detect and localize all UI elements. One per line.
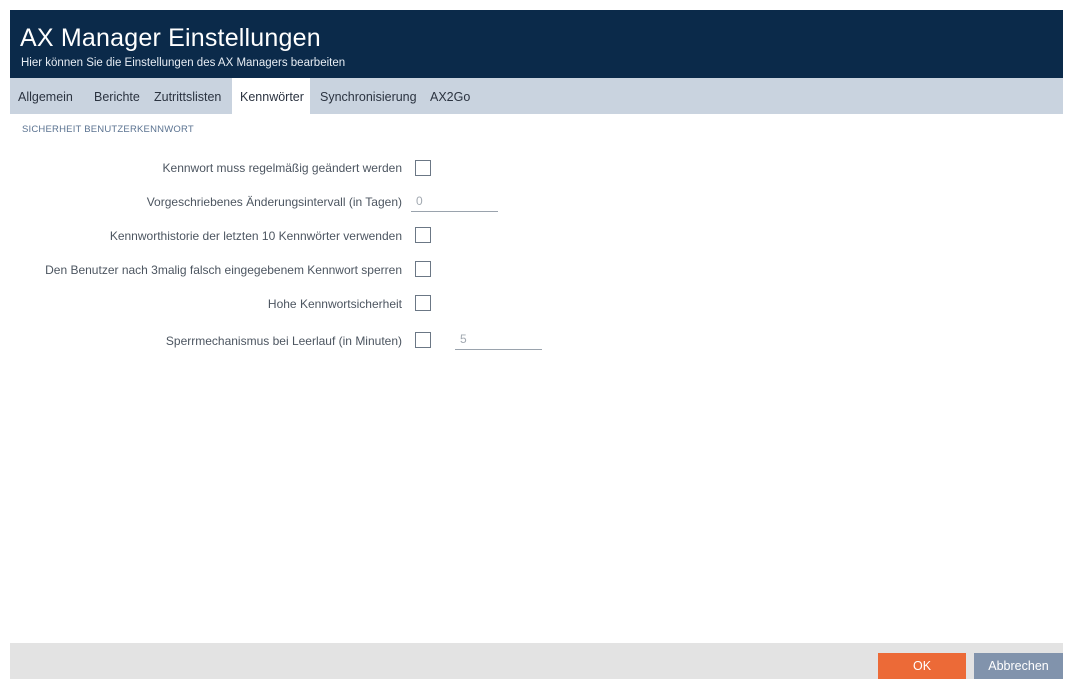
checkbox-idle-lock[interactable] <box>415 332 431 348</box>
tab-kennwoerter[interactable]: Kennwörter <box>232 78 310 114</box>
tab-synchronisierung[interactable]: Synchronisierung <box>312 78 422 114</box>
page-title: AX Manager Einstellungen <box>20 24 321 52</box>
label-lock-after-failures: Den Benutzer nach 3malig falsch eingegeb… <box>45 263 402 277</box>
tab-bar: Allgemein Berichte Zutrittslisten Kennwö… <box>10 78 1063 114</box>
ok-button[interactable]: OK <box>878 653 966 679</box>
cancel-button[interactable]: Abbrechen <box>974 653 1063 679</box>
checkbox-change-regularly[interactable] <box>415 160 431 176</box>
label-high-security: Hohe Kennwortsicherheit <box>267 297 402 311</box>
change-interval-input[interactable]: 0 <box>411 193 498 212</box>
tab-berichte[interactable]: Berichte <box>86 78 146 114</box>
label-change-regularly: Kennwort muss regelmäßig geändert werden <box>162 161 402 175</box>
checkbox-password-history[interactable] <box>415 227 431 243</box>
idle-lock-minutes-input[interactable]: 5 <box>455 331 542 350</box>
checkbox-high-security[interactable] <box>415 295 431 311</box>
section-title: SICHERHEIT BENUTZERKENNWORT <box>22 124 194 135</box>
label-change-interval: Vorgeschriebenes Änderungsintervall (in … <box>146 195 402 209</box>
tab-allgemein[interactable]: Allgemein <box>10 78 86 114</box>
tab-ax2go[interactable]: AX2Go <box>422 78 472 114</box>
tab-zutrittslisten[interactable]: Zutrittslisten <box>146 78 232 114</box>
label-idle-lock: Sperrmechanismus bei Leerlauf (in Minute… <box>165 334 402 348</box>
window-header: AX Manager Einstellungen Hier können Sie… <box>10 10 1063 78</box>
checkbox-lock-after-failures[interactable] <box>415 261 431 277</box>
footer-bar: OK Abbrechen <box>10 643 1063 679</box>
label-password-history: Kennworthistorie der letzten 10 Kennwört… <box>109 229 402 243</box>
page-subtitle: Hier können Sie die Einstellungen des AX… <box>21 57 346 69</box>
